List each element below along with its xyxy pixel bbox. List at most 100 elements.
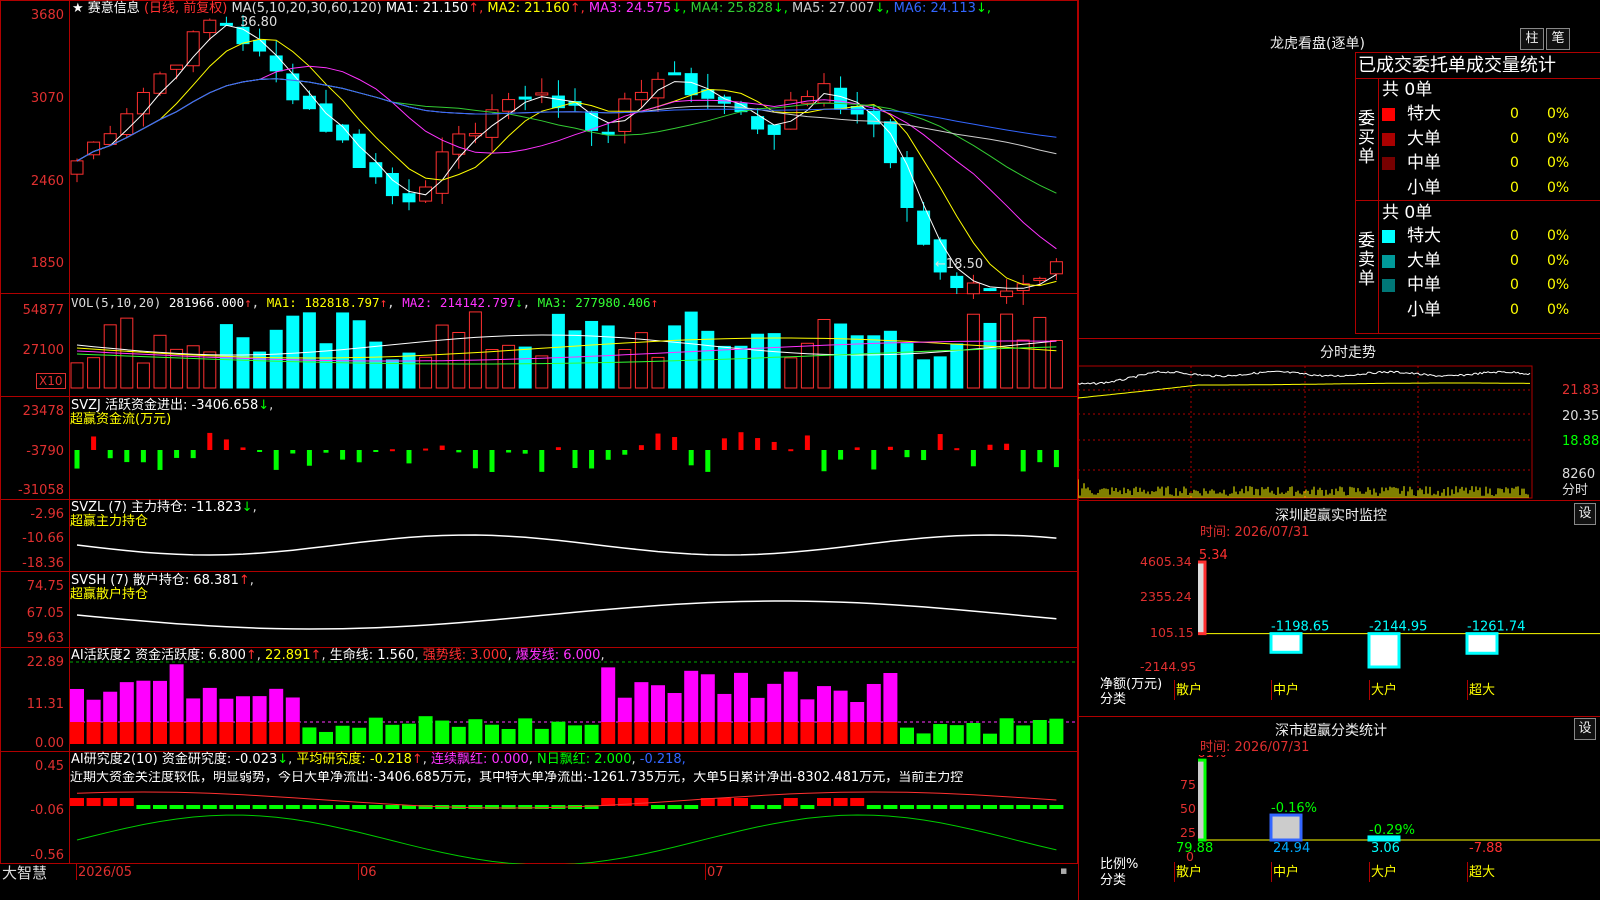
activity-bar-top (186, 698, 201, 722)
activity-bar (368, 717, 383, 744)
order-row-pct: 0% (1547, 179, 1570, 196)
research-bar (1049, 805, 1064, 809)
ai2-comment: 近期大资金关注度较低，明显弱势，今日大单净流出:-3406.685万元，其中特大… (70, 771, 964, 785)
volume-bar (634, 332, 648, 389)
category-label: 中户 (1273, 683, 1300, 698)
order-swatch (1382, 108, 1395, 121)
activity-bar-base (700, 722, 715, 744)
fund-flow-bar (821, 450, 827, 472)
star-icon[interactable]: ★ (72, 1, 84, 16)
research-bar (1032, 805, 1047, 809)
fund-flow-bar (323, 450, 329, 453)
stat-mid-divider (1355, 200, 1600, 201)
bar-mode-button[interactable]: 柱 (1520, 28, 1544, 50)
activity-bar-base (667, 722, 682, 744)
candle-body (153, 73, 167, 94)
volume-bar (900, 343, 914, 389)
order-row-count: 0 (1510, 252, 1519, 269)
activity-bar-base (236, 722, 250, 744)
volume-bar (933, 356, 947, 389)
sz-bar (1465, 632, 1499, 655)
activity-bar (551, 721, 566, 744)
candle-body (850, 105, 864, 115)
tick-mode-button[interactable]: 笔 (1546, 28, 1570, 50)
fund-flow-bar (688, 450, 694, 466)
cls-bar-pct: -0.29% (1369, 823, 1415, 838)
sz-settings-button[interactable]: 设 (1574, 503, 1596, 525)
volume-bar (684, 311, 698, 389)
candle-body (170, 64, 184, 70)
activity-bar-top (651, 685, 665, 722)
volume-bar (70, 362, 84, 389)
activity-bar-base (169, 722, 184, 744)
ma-line-1 (76, 24, 1057, 289)
activity-bar-top (252, 696, 267, 722)
volume-bar (983, 322, 997, 389)
candle-body (286, 73, 300, 101)
activity-bar-top (717, 693, 732, 722)
research-bar (933, 805, 948, 809)
ai1-burst: 爆发线: 6.000 (515, 648, 601, 663)
volume-bar (535, 355, 549, 389)
order-row-label: 特大 (1407, 104, 1441, 124)
volume-bar (103, 324, 117, 389)
activity-bar-top (767, 683, 782, 722)
candle-body (950, 275, 964, 289)
category-tick (1467, 680, 1468, 700)
sell-side-label: 委卖单 (1358, 231, 1375, 289)
intraday-chart[interactable] (1078, 362, 1600, 500)
order-row-label: 大单 (1407, 128, 1441, 149)
candle-body (800, 96, 814, 104)
fund-flow-bar (638, 445, 644, 450)
kline-chart[interactable] (0, 0, 1078, 864)
activity-bar-base (651, 722, 665, 744)
lock-icon[interactable]: ▪ (1060, 864, 1067, 878)
sz-ylabel: 净额(万元) (1100, 677, 1163, 692)
cls-settings-button[interactable]: 设 (1574, 718, 1596, 740)
volume-bar (87, 357, 101, 389)
fund-flow-bar (140, 450, 146, 463)
activity-bar (983, 733, 997, 744)
stock-name[interactable]: 赛意信息 (88, 1, 140, 16)
research-bar (119, 798, 134, 806)
activity-bar-top (667, 693, 682, 722)
volume-bar (883, 330, 897, 389)
research-bar (966, 805, 981, 809)
research-bar (634, 798, 649, 806)
fund-flow-bar (672, 437, 678, 450)
fund-flow-bar (622, 450, 628, 455)
sz-y: 105.15 (1150, 625, 1194, 640)
fund-flow-bar (74, 450, 80, 469)
research-bar (352, 805, 367, 809)
candle-body (468, 133, 482, 137)
fund-flow-bar (389, 449, 395, 452)
research-bar (186, 805, 201, 809)
candle-body (87, 141, 101, 156)
ai2-neg: -0.218 (639, 752, 682, 767)
fund-flow-bar (273, 450, 279, 470)
volume-bar (585, 320, 599, 389)
category-label: 大户 (1371, 683, 1398, 698)
cls-y: 75 (1180, 777, 1196, 792)
period-label[interactable]: (日线, 前复权) (144, 1, 227, 16)
research-bar (667, 805, 682, 809)
research-bar (800, 805, 815, 809)
category-value: -7.88 (1469, 841, 1503, 856)
candle-body (186, 31, 200, 67)
research-line (76, 814, 1057, 864)
activity-bar-base (783, 722, 798, 744)
ma-label: MA(5,10,20,30,60,120) (231, 1, 382, 16)
activity-bar-base (717, 722, 732, 744)
order-row-label: 大单 (1407, 250, 1441, 271)
order-row-label: 中单 (1407, 275, 1441, 295)
activity-bar (418, 716, 433, 744)
volume-bar (502, 344, 516, 389)
sz-bar (1367, 632, 1401, 669)
category-tick (1271, 680, 1272, 700)
activity-bar-top (783, 671, 798, 722)
volume-bar (186, 345, 200, 389)
activity-bar-top (169, 664, 184, 722)
research-bar (767, 805, 782, 809)
fund-flow-bar (838, 450, 844, 460)
fund-flow-bar (373, 450, 379, 452)
